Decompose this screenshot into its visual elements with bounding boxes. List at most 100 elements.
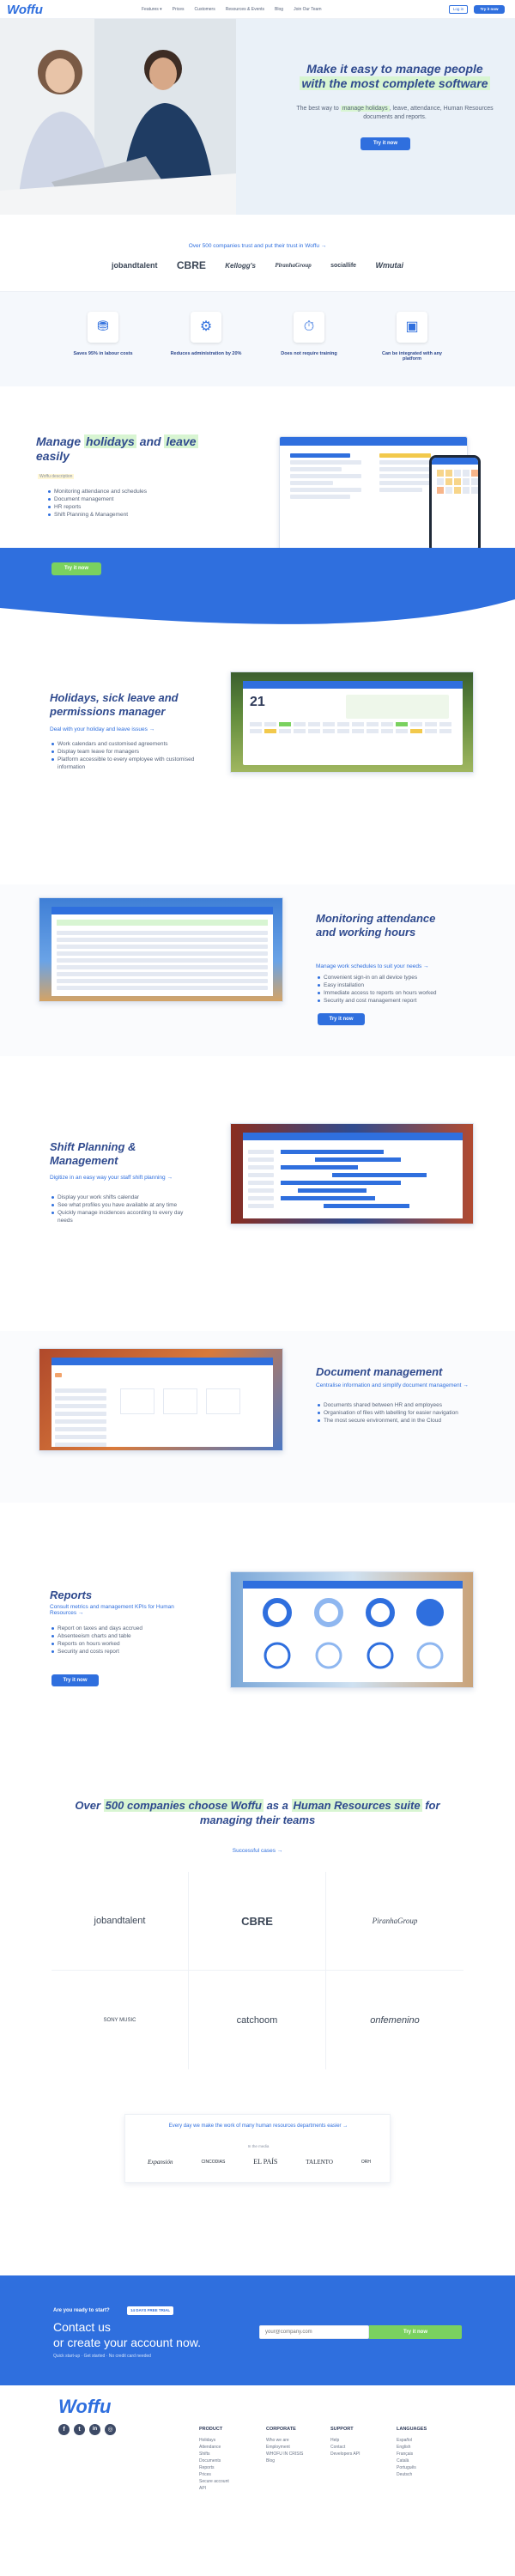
manage-title-c: easily: [36, 449, 70, 463]
logo-sociallife: sociallife: [330, 262, 357, 269]
manage-tag: Woffu description: [38, 474, 75, 479]
reports-app-window: [243, 1581, 463, 1682]
reports-bullet-3: Reports on hours worked: [52, 1640, 197, 1648]
footer-link[interactable]: WHOFU IN CRISIS: [266, 2451, 303, 2458]
nav-join[interactable]: Join Our Team: [294, 7, 321, 12]
twitter-icon[interactable]: t: [74, 2424, 85, 2435]
facebook-icon[interactable]: f: [58, 2424, 70, 2435]
benefit-1: ⛃ Saves 95% in labour costs: [64, 312, 142, 356]
nav-blog[interactable]: Blog: [275, 7, 283, 12]
phone-calendar: [432, 465, 478, 499]
footer-link[interactable]: Shifts: [199, 2451, 229, 2458]
companies-section: Over 500 companies choose Woffu as a Hum…: [0, 1786, 515, 2078]
footer-link[interactable]: Português: [397, 2464, 427, 2471]
footer-link[interactable]: Prices: [199, 2471, 229, 2478]
reports-try-button[interactable]: Try it now: [52, 1674, 99, 1686]
documents-link[interactable]: Centralise information and simplify docu…: [316, 1382, 470, 1388]
footer-link[interactable]: Developers API: [330, 2451, 360, 2458]
footer-link[interactable]: Français: [397, 2451, 427, 2458]
holidays-link[interactable]: Deal with your holiday and leave issues …: [50, 726, 204, 732]
hero: Make it easy to manage people with the m…: [0, 19, 515, 215]
footer-link[interactable]: Blog: [266, 2458, 303, 2464]
nav-features[interactable]: Features ▾: [142, 7, 162, 12]
attendance-bullet-3: Immediate access to reports on hours wor…: [318, 989, 481, 997]
phone-topbar: [432, 458, 478, 465]
hero-title: Make it easy to manage people with the m…: [283, 62, 506, 91]
attendance-section: Monitoring attendance and working hours …: [0, 884, 515, 1056]
login-button[interactable]: Log in: [449, 5, 468, 14]
manage-title: Manage holidays and leave easily: [36, 434, 208, 464]
attendance-try-button[interactable]: Try it now: [318, 1013, 365, 1025]
cta-line2: or create your account now.: [53, 2336, 201, 2349]
hero-try-button[interactable]: Try it now: [360, 137, 410, 150]
company-logo-sony: SONY MUSIC: [103, 2017, 136, 2023]
manage-bullet-3: HR reports: [48, 503, 203, 511]
footer-col-product-title: PRODUCT: [199, 2427, 223, 2432]
footer-link[interactable]: Català: [397, 2458, 427, 2464]
attendance-bullet-1: Convenient sign-in on all device types: [318, 974, 481, 981]
header-try-button[interactable]: Try it now: [474, 5, 505, 14]
attendance-bullet-4: Security and cost management report: [318, 997, 481, 1005]
footer-logo[interactable]: Woffu: [58, 2396, 112, 2418]
manage-try-button[interactable]: Try it now: [52, 562, 101, 575]
attendance-link[interactable]: Manage work schedules to suit your needs…: [316, 963, 488, 969]
manage-title-b: and: [136, 434, 165, 448]
footer-col-product: PRODUCT Holidays Attendance Shifts Docum…: [199, 2427, 229, 2492]
successful-cases-link[interactable]: Successful cases →: [0, 1848, 515, 1854]
instagram-icon[interactable]: ◎: [105, 2424, 116, 2435]
footer-col-corporate: CORPORATE Who we are Employment WHOFU IN…: [266, 2427, 303, 2464]
shifts-link[interactable]: Digitize in an easy way your staff shift…: [50, 1175, 179, 1181]
laptop-topbar: [280, 437, 467, 446]
footer-link[interactable]: Documents: [199, 2458, 229, 2464]
footer-link[interactable]: Deutsch: [397, 2471, 427, 2478]
benefit-2-label: Reduces administration by 20%: [170, 351, 242, 356]
trust-title[interactable]: Over 500 companies trust and put their t…: [0, 243, 515, 249]
footer-link[interactable]: Employment: [266, 2444, 303, 2451]
email-field[interactable]: [259, 2325, 369, 2339]
footer-link[interactable]: Attendance: [199, 2444, 229, 2451]
trust-section: Over 500 companies trust and put their t…: [0, 215, 515, 292]
press-logo-expansion: Expansión: [148, 2158, 173, 2166]
logo[interactable]: Woffu: [7, 3, 43, 17]
manage-bullet-1: Monitoring attendance and schedules: [48, 488, 203, 495]
nav-resources[interactable]: Resources & Events: [226, 7, 264, 12]
footer-link[interactable]: API: [199, 2485, 229, 2492]
benefit-4: ▣ Can be integrated with any platform: [373, 312, 451, 361]
footer-link[interactable]: Reports: [199, 2464, 229, 2471]
documents-app-window: [52, 1358, 273, 1447]
nav-prices[interactable]: Prices: [173, 7, 185, 12]
footer: Woffu f t in ◎ PRODUCT Holidays Attendan…: [0, 2385, 515, 2576]
nav-customers[interactable]: Customers: [195, 7, 215, 12]
shifts-bullets: Display your work shifts calendar See wh…: [52, 1194, 197, 1224]
footer-link[interactable]: Español: [397, 2437, 427, 2444]
laptop-panel-left: [285, 451, 367, 554]
hero-title-line1: Make it easy to manage people: [306, 62, 483, 76]
company-cell-3: PiranhaGroup: [326, 1872, 464, 1971]
gears-icon: ⚙: [191, 312, 221, 343]
hero-subtitle: The best way to manage holidays, leave, …: [288, 105, 502, 122]
shifts-title: Shift Planning & Management: [50, 1140, 136, 1167]
company-cell-2: CBRE: [189, 1872, 326, 1971]
press-title[interactable]: Every day we make the work of many human…: [134, 2123, 383, 2129]
holidays-section: Holidays, sick leave and permissions man…: [0, 653, 515, 824]
holidays-bullet-2: Display team leave for managers: [52, 748, 197, 756]
companies-title-a: Over: [75, 1799, 104, 1812]
reports-link[interactable]: Consult metrics and management KPIs for …: [50, 1604, 196, 1616]
companies-title: Over 500 companies choose Woffu as a Hum…: [60, 1798, 455, 1827]
footer-link[interactable]: Holidays: [199, 2437, 229, 2444]
reports-donuts: [263, 1598, 444, 1669]
documents-bullet-1: Documents shared between HR and employee…: [318, 1401, 489, 1409]
reports-screenshot: [230, 1571, 474, 1688]
linkedin-icon[interactable]: in: [89, 2424, 100, 2435]
cta-try-button[interactable]: Try it now: [369, 2325, 462, 2339]
holidays-screenshot: 21: [230, 671, 474, 773]
footer-link[interactable]: Who we are: [266, 2437, 303, 2444]
footer-link[interactable]: Secure account: [199, 2478, 229, 2485]
benefit-3-label: Does not require training: [281, 351, 337, 356]
footer-link[interactable]: Help: [330, 2437, 360, 2444]
footer-link[interactable]: English: [397, 2444, 427, 2451]
company-cell-6: onfemenino: [326, 1971, 464, 2069]
documents-section: Document management Centralise informati…: [0, 1331, 515, 1503]
footer-link[interactable]: Contact: [330, 2444, 360, 2451]
main-nav: Features ▾ Prices Customers Resources & …: [142, 7, 321, 12]
